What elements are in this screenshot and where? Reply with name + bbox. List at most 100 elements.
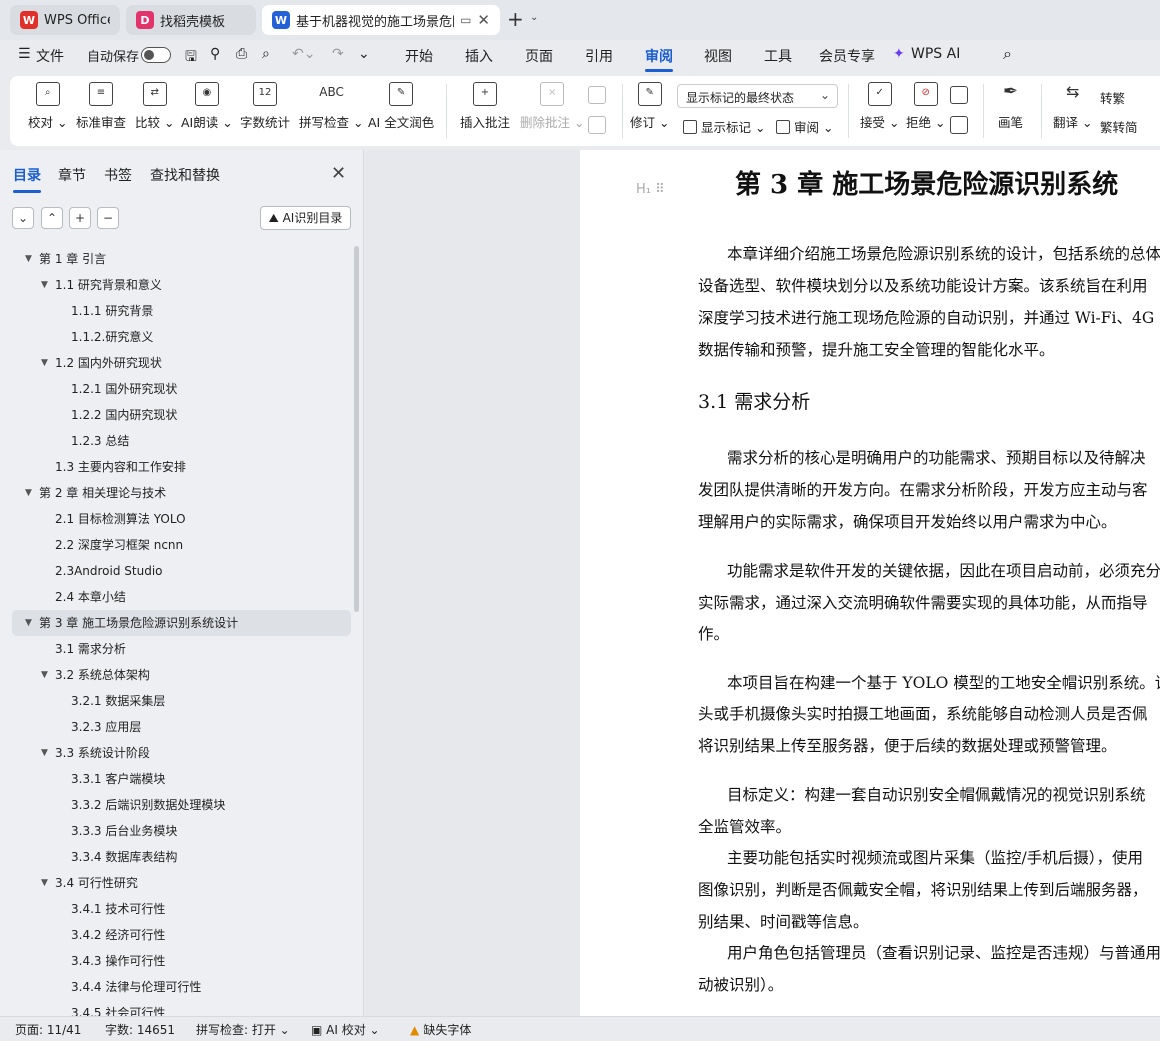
toc-item[interactable]: 3.2.1 数据采集层	[0, 688, 354, 714]
prev-comment-button[interactable]	[588, 86, 606, 110]
tab-wps-office[interactable]: W WPS Office	[10, 5, 120, 35]
nav-tab-toc[interactable]: 目录	[13, 165, 41, 193]
menu-home[interactable]: 开始	[405, 46, 433, 66]
document-page[interactable]: H₁ ⠿ 第 3 章 施工场景危险源识别系统 本章详细介绍施工场景危险源识别系统…	[580, 150, 1160, 1016]
prev-change-button[interactable]	[950, 86, 968, 110]
compare-button[interactable]: ⇄ 比较 ⌄	[135, 82, 174, 131]
new-tab-icon[interactable]: +	[507, 9, 524, 29]
expand-triangle-icon[interactable]: ▼	[25, 610, 32, 636]
toc-item[interactable]: 1.2.2 国内研究现状	[0, 402, 354, 428]
search-icon[interactable]: ⌕	[1003, 44, 1012, 64]
expand-triangle-icon[interactable]: ▼	[41, 870, 48, 896]
toc-item[interactable]: 3.4.3 操作可行性	[0, 948, 354, 974]
expand-triangle-icon[interactable]: ▼	[41, 740, 48, 766]
next-comment-button[interactable]	[588, 116, 606, 140]
collapse-all-button[interactable]: ⌄	[12, 207, 34, 229]
chevron-down-icon[interactable]: ⌄	[530, 12, 538, 23]
tab-docer-templates[interactable]: D 找稻壳模板	[126, 5, 256, 35]
markup-display-select[interactable]: 显示标记的最终状态 ⌄	[677, 84, 838, 108]
toc-item[interactable]: ▼ 3.2 系统总体架构	[0, 662, 354, 688]
more-chevron-icon[interactable]: ⌄	[358, 46, 370, 62]
ai-toc-button[interactable]: ⛰ AI识别目录	[260, 206, 351, 230]
menu-page[interactable]: 页面	[525, 46, 553, 66]
toc-item[interactable]: ▼ 1.2 国内外研究现状	[0, 350, 354, 376]
ai-read-button[interactable]: ◉ AI朗读 ⌄	[181, 82, 233, 131]
toc-item[interactable]: 1.3 主要内容和工作安排	[0, 454, 354, 480]
toc-item[interactable]: 3.1 需求分析	[0, 636, 354, 662]
expand-triangle-icon[interactable]: ▼	[41, 272, 48, 298]
to-simplified-button[interactable]: 繁转简	[1100, 117, 1138, 136]
accept-button[interactable]: ✓ 接受 ⌄	[860, 82, 899, 131]
redo-icon[interactable]: ↷	[332, 46, 344, 62]
menu-review[interactable]: 审阅	[645, 46, 673, 72]
toc-item[interactable]: 3.3.3 后台业务模块	[0, 818, 354, 844]
autosave-toggle[interactable]	[141, 47, 171, 63]
toc-item[interactable]: ▼ 1.1 研究背景和意义	[0, 272, 354, 298]
ai-proofread-status[interactable]: ▣ AI 校对 ⌄	[311, 1021, 380, 1038]
toc-item[interactable]: 2.3Android Studio	[0, 558, 354, 584]
toc-item[interactable]: ▼ 第 1 章 引言	[0, 246, 354, 272]
menu-view[interactable]: 视图	[704, 46, 732, 66]
spell-check-status[interactable]: 拼写检查: 打开 ⌄	[196, 1021, 290, 1038]
hamburger-icon[interactable]: ☰	[18, 46, 31, 62]
word-count-status[interactable]: 字数: 14651	[105, 1021, 175, 1038]
heading-marker-icon[interactable]: H₁ ⠿	[636, 182, 665, 197]
expand-triangle-icon[interactable]: ▼	[41, 662, 48, 688]
close-tab-icon[interactable]: ✕	[471, 11, 490, 29]
show-markup-button[interactable]: 显示标记 ⌄	[683, 117, 765, 136]
expand-up-button[interactable]: ⌃	[41, 207, 63, 229]
toc-item[interactable]: ▼ 3.3 系统设计阶段	[0, 740, 354, 766]
toc-item[interactable]: 1.2.1 国外研究现状	[0, 376, 354, 402]
link-icon[interactable]: ⚲	[210, 46, 220, 62]
remove-heading-button[interactable]: −	[97, 207, 119, 229]
toc-item[interactable]: 3.4.2 经济可行性	[0, 922, 354, 948]
toc-item[interactable]: 3.3.2 后端识别数据处理模块	[0, 792, 354, 818]
toc-item[interactable]: ▼ 第 2 章 相关理论与技术	[0, 480, 354, 506]
expand-triangle-icon[interactable]: ▼	[25, 480, 32, 506]
expand-triangle-icon[interactable]: ▼	[41, 350, 48, 376]
translate-button[interactable]: ⇆ 翻译 ⌄	[1053, 82, 1092, 131]
menu-member[interactable]: 会员专享	[819, 46, 875, 66]
nav-tab-sections[interactable]: 章节	[58, 165, 86, 185]
page-indicator[interactable]: 页面: 11/41	[15, 1021, 81, 1038]
toc-item[interactable]: 3.3.4 数据库表结构	[0, 844, 354, 870]
proofread-button[interactable]: ⌕ 校对 ⌄	[28, 82, 67, 131]
print-preview-icon[interactable]: ⌕	[262, 46, 270, 62]
close-icon[interactable]: ✕	[331, 163, 346, 184]
toc-item[interactable]: 3.3.1 客户端模块	[0, 766, 354, 792]
review-pane-button[interactable]: 审阅 ⌄	[776, 117, 833, 136]
standard-review-button[interactable]: ≡ 标准审查	[76, 82, 126, 131]
menu-tools[interactable]: 工具	[764, 46, 792, 66]
monitor-icon[interactable]: ▭	[454, 13, 471, 27]
pen-button[interactable]: ✒ 画笔	[998, 82, 1023, 131]
reject-button[interactable]: ⊘ 拒绝 ⌄	[906, 82, 945, 131]
toc-scrollbar[interactable]	[354, 246, 359, 612]
menu-references[interactable]: 引用	[585, 46, 613, 66]
add-heading-button[interactable]: +	[69, 207, 91, 229]
toc-item[interactable]: 1.1.2.研究意义	[0, 324, 354, 350]
expand-triangle-icon[interactable]: ▼	[25, 246, 32, 272]
toc-item[interactable]: 3.4.1 技术可行性	[0, 896, 354, 922]
toc-item[interactable]: 2.1 目标检测算法 YOLO	[0, 506, 354, 532]
nav-tab-find-replace[interactable]: 查找和替换	[150, 165, 220, 185]
toc-item[interactable]: 1.2.3 总结	[0, 428, 354, 454]
insert-comment-button[interactable]: + 插入批注	[460, 82, 510, 131]
word-count-button[interactable]: 12 字数统计	[240, 82, 290, 131]
toc-item[interactable]: 1.1.1 研究背景	[0, 298, 354, 324]
menu-wps-ai[interactable]: WPS AI	[911, 46, 960, 62]
delete-comment-button[interactable]: × 删除批注 ⌄	[520, 82, 584, 131]
toc-item[interactable]: 3.2.3 应用层	[0, 714, 354, 740]
ai-polish-button[interactable]: ✎ AI 全文润色	[368, 82, 434, 131]
to-traditional-button[interactable]: 转繁	[1100, 88, 1125, 107]
toc-item[interactable]: ▼ 第 3 章 施工场景危险源识别系统设计	[12, 610, 351, 636]
save-icon[interactable]: 🖫	[185, 46, 197, 70]
track-changes-button[interactable]: ✎ 修订 ⌄	[630, 82, 669, 131]
toc-item[interactable]: 2.4 本章小结	[0, 584, 354, 610]
undo-icon[interactable]: ↶⌄	[292, 46, 315, 62]
toc-item[interactable]: 3.4.4 法律与伦理可行性	[0, 974, 354, 1000]
menu-insert[interactable]: 插入	[465, 46, 493, 66]
print-icon[interactable]: ⎙	[236, 46, 247, 62]
spell-check-button[interactable]: ABC 拼写检查 ⌄	[299, 82, 363, 131]
nav-tab-bookmarks[interactable]: 书签	[104, 165, 132, 185]
next-change-button[interactable]	[950, 116, 968, 140]
